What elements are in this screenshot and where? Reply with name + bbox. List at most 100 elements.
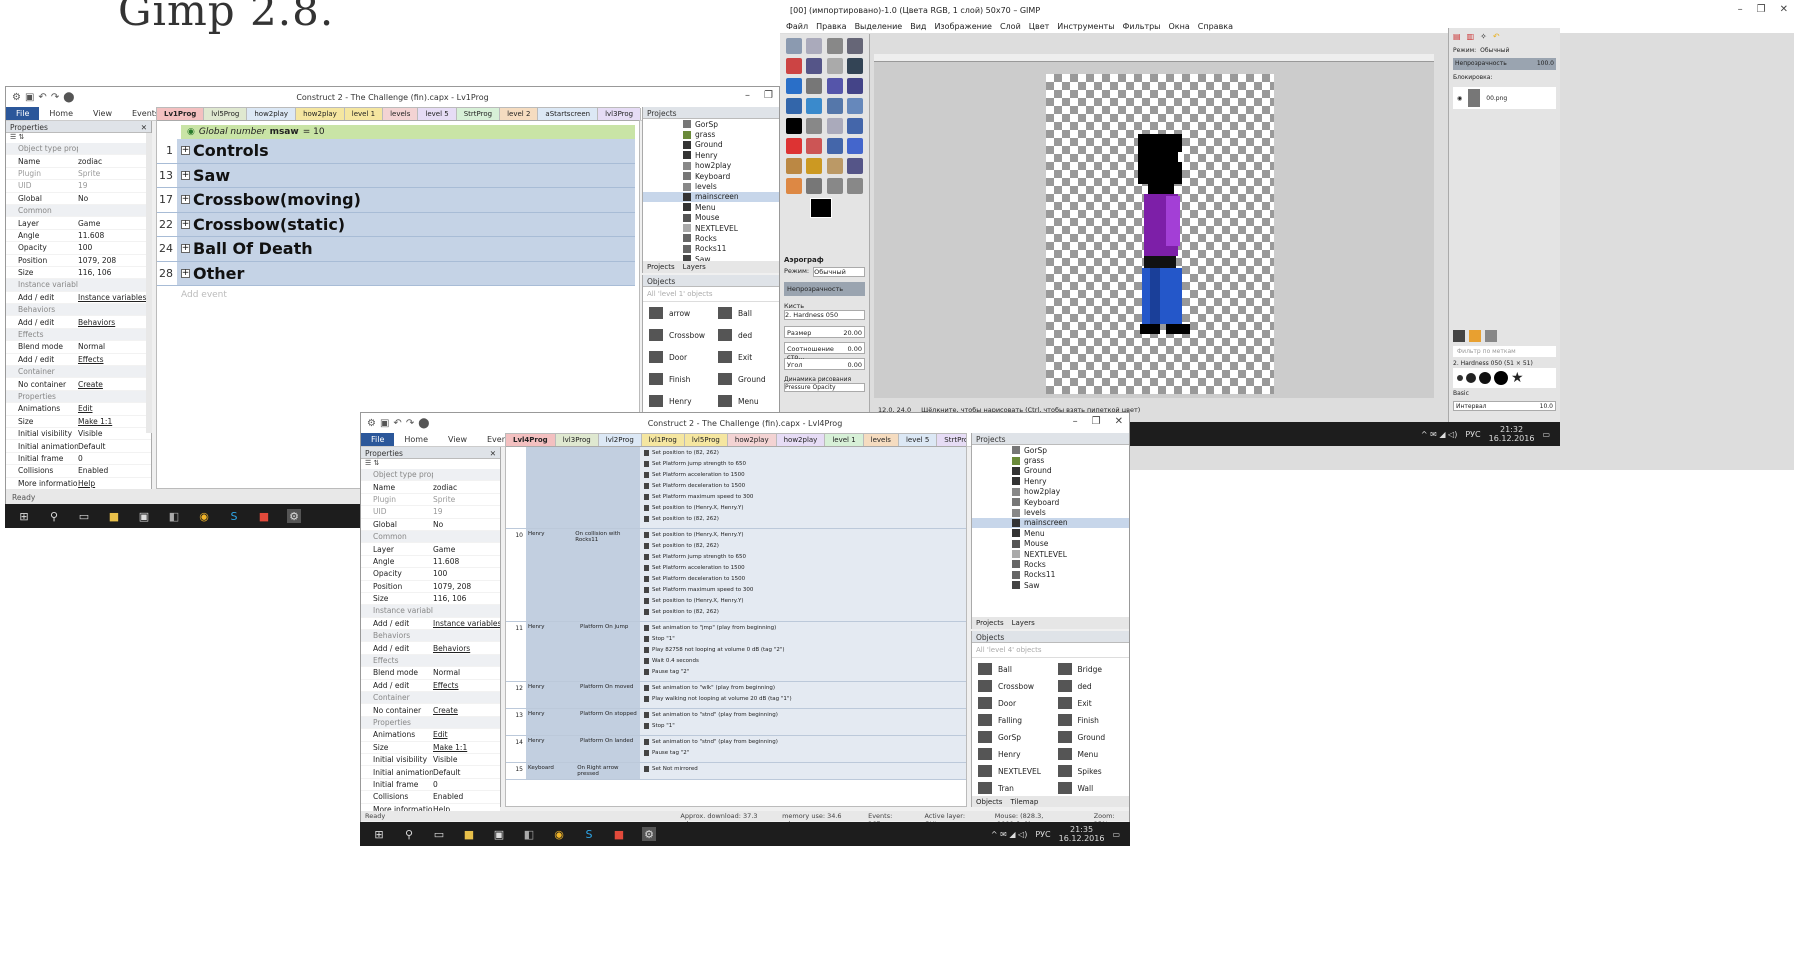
property-link[interactable]: Instance variables <box>78 293 151 302</box>
action-row[interactable]: Play 82758 not looping at volume 0 dB (t… <box>640 644 966 655</box>
gimp-tool-icon[interactable] <box>846 138 863 154</box>
layout-tab[interactable]: Lvl4Prog <box>506 434 556 446</box>
gimp-tool-icon[interactable] <box>806 38 823 54</box>
gimp-tool-icon[interactable] <box>846 58 863 74</box>
minimize-icon[interactable]: – <box>1738 4 1743 15</box>
ribbon-tab-home[interactable]: Home <box>39 107 83 120</box>
project-item[interactable]: Henry <box>643 150 779 160</box>
brush-select[interactable]: 2. Hardness 050 <box>784 310 865 320</box>
global-variable-row[interactable]: ◉ Global number msaw = 10 <box>181 125 635 139</box>
ribbon-tab-file[interactable]: File <box>361 433 395 446</box>
layout-tab[interactable]: lvl3Prog <box>555 434 599 446</box>
property-category[interactable]: Properties <box>361 716 500 730</box>
add-event-link[interactable]: Add event <box>181 286 639 300</box>
project-item[interactable]: how2play <box>643 161 779 171</box>
project-item[interactable]: Rocks <box>643 233 779 243</box>
layout-tab[interactable]: StrtProg <box>456 108 501 120</box>
project-item[interactable]: Saw <box>972 580 1129 590</box>
layout-tab[interactable]: lvl1Prog <box>641 434 685 446</box>
ribbon-tab-file[interactable]: File <box>6 107 40 120</box>
objects-filter-input[interactable]: All 'level 1' objects <box>643 287 779 302</box>
notifications-icon[interactable]: ▭ <box>1542 430 1550 439</box>
folder-icon[interactable]: ■ <box>107 509 121 523</box>
object-item[interactable]: ded <box>712 324 779 346</box>
channels-icon[interactable]: ▥ <box>1467 32 1475 41</box>
project-item[interactable]: NEXTLEVEL <box>643 223 779 233</box>
expand-icon[interactable]: + <box>181 146 190 156</box>
event-group-row[interactable]: 1 + Controls <box>157 139 635 164</box>
brush-palette[interactable]: ★ <box>1453 368 1556 388</box>
layout-tab[interactable]: level 2 <box>500 108 539 120</box>
eye-icon[interactable]: ◉ <box>1457 95 1462 102</box>
gimp-tool-icon[interactable] <box>786 38 802 54</box>
close-icon[interactable]: ✕ <box>141 123 147 132</box>
gimp-menu-item[interactable]: Выделение <box>855 22 903 31</box>
event-conditions[interactable] <box>526 447 640 528</box>
action-row[interactable]: Set position to (82, 262) <box>640 513 966 524</box>
skype-icon[interactable]: S <box>582 827 596 841</box>
layers-tab[interactable]: Layers <box>1012 619 1035 627</box>
project-item[interactable]: Mouse <box>643 213 779 223</box>
project-item[interactable]: mainscreen <box>972 517 1129 529</box>
gimp-tool-icon[interactable] <box>806 158 823 174</box>
project-item[interactable]: how2play <box>972 487 1129 497</box>
search-icon[interactable]: ⚲ <box>47 509 61 523</box>
event-conditions[interactable]: Keyboard On Right arrow pressed <box>526 763 640 779</box>
layout-tab[interactable]: lvl2Prog <box>598 434 642 446</box>
projects-tab[interactable]: Projects <box>647 263 675 271</box>
action-row[interactable]: Set animation to "wlk" (play from beginn… <box>640 682 966 693</box>
gimp-tool-icon[interactable] <box>806 118 823 134</box>
project-item[interactable]: Ground <box>643 140 779 150</box>
app-icon[interactable]: ◧ <box>167 509 181 523</box>
gimp-canvas-area[interactable] <box>874 54 1434 398</box>
project-item[interactable]: levels <box>972 507 1129 517</box>
event-block[interactable]: 11 Henry Platform On jump Set animation to … <box>506 622 966 682</box>
gimp-tool-icon[interactable] <box>846 178 863 194</box>
project-item[interactable]: Rocks11 <box>972 570 1129 580</box>
event-block[interactable]: 13 Henry Platform On stopped Set animation … <box>506 709 966 736</box>
event-group-row[interactable]: 24 + Ball Of Death <box>157 237 635 262</box>
gimp-tool-icon[interactable] <box>806 138 823 154</box>
gimp-menu-item[interactable]: Справка <box>1198 22 1233 31</box>
action-row[interactable]: Stop "1" <box>640 720 966 731</box>
project-item[interactable]: Keyboard <box>643 171 779 181</box>
red-app-icon[interactable]: ■ <box>257 509 271 523</box>
property-link[interactable]: Effects <box>433 681 500 690</box>
layout-tab[interactable]: how2play <box>296 108 345 120</box>
property-link[interactable]: Make 1:1 <box>78 417 151 426</box>
patterns-tab-icon[interactable] <box>1469 330 1481 342</box>
action-row[interactable]: Set position to (Henry.X, Henry.Y) <box>640 502 966 513</box>
event-conditions[interactable]: Henry Platform On landed <box>526 736 640 762</box>
sort-icon[interactable]: ☰ ⇅ <box>361 459 500 469</box>
gimp-tool-icon[interactable] <box>826 178 843 194</box>
project-item[interactable]: grass <box>643 129 779 139</box>
action-row[interactable]: Pause tag "2" <box>640 666 966 677</box>
gimp-tool-icon[interactable] <box>806 58 823 74</box>
property-category[interactable]: Instance variables <box>6 279 151 292</box>
red-app-icon[interactable]: ■ <box>612 827 626 841</box>
object-item[interactable]: Henry <box>643 390 712 412</box>
gimp-tool-icon[interactable] <box>786 178 802 194</box>
color-swatches[interactable] <box>810 198 869 238</box>
gimp-tool-icon[interactable] <box>826 38 843 54</box>
gimp-tool-icon[interactable] <box>806 178 823 194</box>
project-item[interactable]: Rocks11 <box>643 244 779 254</box>
object-item[interactable]: Menu <box>712 390 779 412</box>
gimp-tool-icon[interactable] <box>826 58 843 74</box>
action-row[interactable]: Set Platform acceleration to 1500 <box>640 469 966 480</box>
ratio-slider[interactable]: Соотношение сто... 0.00 <box>784 342 865 361</box>
property-link[interactable]: Make 1:1 <box>433 743 500 752</box>
event-block[interactable]: 14 Henry Platform On landed Set animation t… <box>506 736 966 763</box>
property-link[interactable]: Behaviors <box>433 644 500 653</box>
sort-icon[interactable]: ☰ ⇅ <box>6 133 151 143</box>
project-item[interactable]: mainscreen <box>643 191 779 203</box>
event-group[interactable]: + Crossbow(static) <box>177 212 635 236</box>
action-row[interactable]: Set position to (82, 262) <box>640 540 966 551</box>
layout-tab[interactable]: level 5 <box>418 108 457 120</box>
transparent-canvas[interactable] <box>1046 74 1274 394</box>
gimp-tool-icon[interactable] <box>826 138 843 154</box>
store-icon[interactable]: ▣ <box>137 509 151 523</box>
property-category[interactable]: Effects <box>361 654 500 668</box>
gimp-menu-item[interactable]: Фильтры <box>1123 22 1161 31</box>
minimize-icon[interactable]: – <box>1073 416 1078 427</box>
